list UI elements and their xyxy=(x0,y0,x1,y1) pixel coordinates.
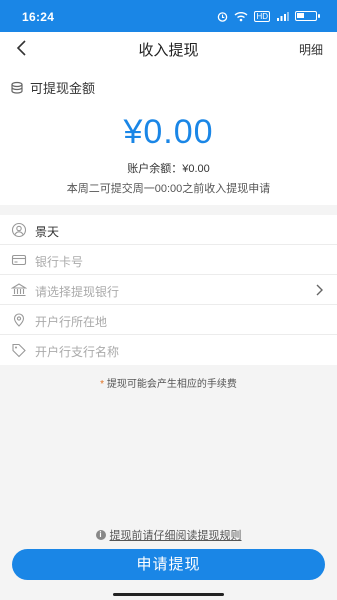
battery-icon xyxy=(295,11,320,21)
fee-notice-asterisk: * xyxy=(100,379,105,390)
apply-withdraw-button[interactable]: 申请提现 xyxy=(12,549,325,580)
bank-building-icon xyxy=(11,283,27,297)
withdraw-rules[interactable]: i 提现前请仔细阅读提现规则 xyxy=(0,527,337,543)
withdrawable-label-row: 可提现金额 xyxy=(10,78,95,97)
withdraw-form: 景天 银行卡号 请选择提现银行 开户行所在地 开户行支行名称 xyxy=(0,215,337,365)
tag-icon xyxy=(12,343,26,358)
card-number-placeholder: 银行卡号 xyxy=(35,255,84,269)
card-number-field[interactable]: 银行卡号 xyxy=(0,245,337,275)
fee-notice-text: 提现可能会产生相应的手续费 xyxy=(106,379,237,390)
status-time: 16:24 xyxy=(22,10,55,24)
wifi-icon xyxy=(234,11,248,21)
withdrawable-label: 可提现金额 xyxy=(30,81,96,96)
withdraw-rules-link[interactable]: 提现前请仔细阅读提现规则 xyxy=(110,527,242,543)
withdrawable-amount: ¥0.00 xyxy=(123,113,214,151)
account-name-field[interactable]: 景天 xyxy=(0,215,337,245)
fee-notice: * 提现可能会产生相应的手续费 xyxy=(0,375,337,390)
coin-stack-icon xyxy=(11,81,23,94)
user-icon xyxy=(11,222,27,238)
branch-name-placeholder: 开户行支行名称 xyxy=(35,345,120,359)
withdrawable-summary: 可提现金额 ¥0.00 账户余额：¥0.00 本周二可提交周一00:00之前收入… xyxy=(0,64,337,205)
branch-name-field[interactable]: 开户行支行名称 xyxy=(0,335,337,365)
withdraw-schedule-notice: 本周二可提交周一00:00之前收入提现申请 xyxy=(66,183,271,195)
bank-location-field[interactable]: 开户行所在地 xyxy=(0,305,337,335)
chevron-right-icon xyxy=(316,284,323,296)
bank-select-field[interactable]: 请选择提现银行 xyxy=(0,275,337,305)
signal-icon xyxy=(277,11,289,21)
page-title: 收入提现 xyxy=(138,42,199,59)
bank-location-placeholder: 开户行所在地 xyxy=(35,315,108,329)
alarm-icon xyxy=(218,11,228,22)
nav-bar: 收入提现 明细 xyxy=(0,32,337,64)
network-type-badge: HD xyxy=(254,10,270,22)
detail-link[interactable]: 明细 xyxy=(299,41,323,58)
info-icon: i xyxy=(95,530,106,540)
back-arrow-icon[interactable] xyxy=(12,38,32,58)
account-balance: 账户余额：¥0.00 xyxy=(127,163,210,175)
bank-select-placeholder: 请选择提现银行 xyxy=(35,285,120,299)
status-bar: 16:24 HD xyxy=(0,0,337,32)
bank-card-icon xyxy=(11,254,27,266)
status-icons: HD xyxy=(217,9,320,23)
account-name-value: 景天 xyxy=(35,225,60,239)
home-indicator[interactable] xyxy=(113,593,224,596)
location-pin-icon xyxy=(13,313,25,327)
